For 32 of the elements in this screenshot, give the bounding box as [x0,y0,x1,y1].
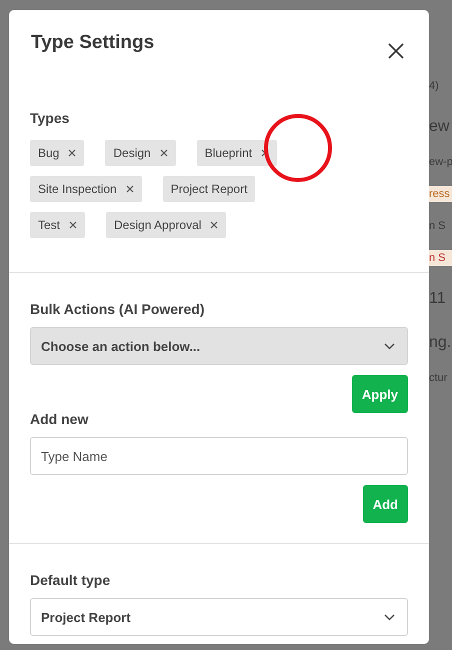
type-tag: Design Approval [106,212,226,238]
remove-tag-button[interactable] [68,147,76,159]
action-select[interactable]: Choose an action below... [30,327,408,365]
status-badge: n S [429,250,452,266]
add-new-label: Add new [30,411,88,427]
type-tag: Bug [30,140,84,166]
remove-tag-button[interactable] [261,147,270,159]
type-tag: Design [105,140,176,166]
bulk-actions-label: Bulk Actions (AI Powered) [30,301,205,317]
type-tag: Test [30,212,86,238]
remove-tag-button[interactable] [69,219,78,231]
default-type-label: Default type [30,572,110,588]
type-tag: Project Report [162,176,256,202]
type-tag: Blueprint [196,140,278,166]
background-text: ew-p [429,155,452,170]
chevron-down-icon [384,614,395,620]
types-label: Types [30,110,70,126]
remove-tag-button[interactable] [160,147,168,159]
dialog-title: Type Settings [31,32,154,54]
background-text: ng. [429,333,452,353]
background-text: ew [429,117,450,137]
type-name-field[interactable]: Type Name [30,437,408,475]
remove-tag-button[interactable] [126,183,134,195]
type-tag: Site Inspection [30,176,142,202]
background-text: n S [429,219,447,234]
background-text: ctur [429,371,448,386]
status-badge: ress [429,186,452,202]
chevron-down-icon [384,342,395,350]
background-text: 4) [429,79,440,94]
remove-tag-button[interactable] [210,219,218,231]
background-text: 11 [429,289,447,309]
default-type-select[interactable]: Project Report [30,598,408,636]
